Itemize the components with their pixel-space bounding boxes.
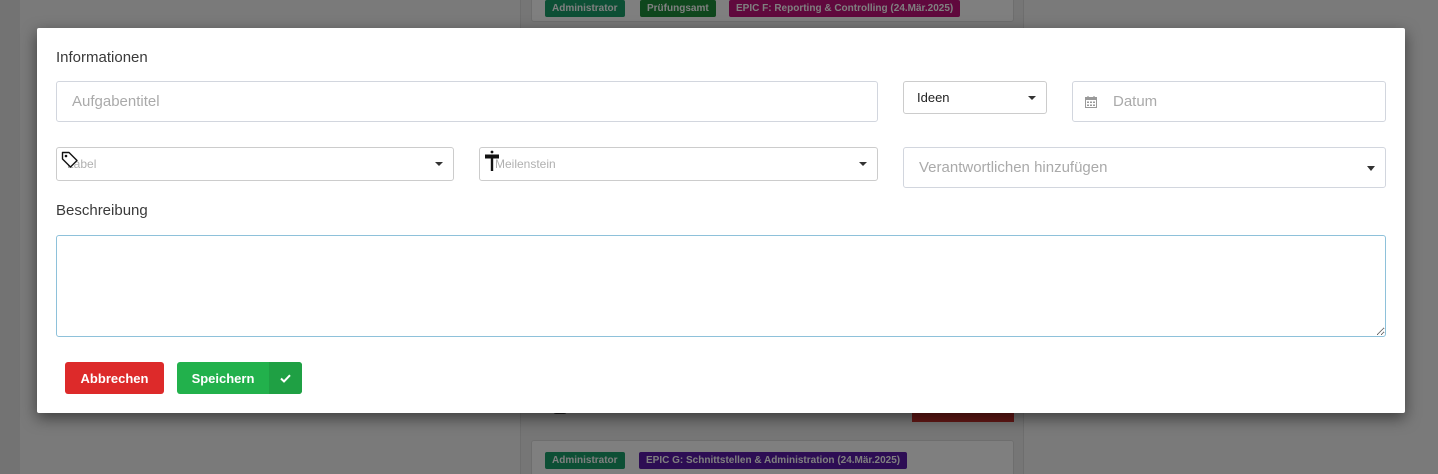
description-textarea[interactable] xyxy=(56,235,1386,337)
label-select[interactable]: Label xyxy=(56,147,454,181)
check-icon xyxy=(269,362,302,394)
tag-icon xyxy=(61,151,79,174)
section-title-informationen: Informationen xyxy=(56,49,148,66)
signpost-icon xyxy=(484,150,500,177)
list-select-value: Ideen xyxy=(917,90,950,105)
save-button-label: Speichern xyxy=(191,370,255,386)
date-placeholder: Datum xyxy=(1113,93,1158,110)
cancel-button[interactable]: Abbrechen xyxy=(65,362,164,394)
chevron-down-icon xyxy=(1367,165,1375,171)
milestone-placeholder: Meilenstein xyxy=(495,157,556,171)
task-title-input[interactable]: Aufgabentitel xyxy=(56,81,878,122)
calendar-icon xyxy=(1085,95,1097,108)
date-input[interactable]: Datum xyxy=(1072,81,1386,122)
list-select[interactable]: Ideen xyxy=(903,81,1047,114)
task-title-placeholder: Aufgabentitel xyxy=(72,93,160,110)
milestone-select[interactable]: Meilenstein xyxy=(479,147,878,181)
chevron-down-icon xyxy=(435,162,443,166)
chevron-down-icon xyxy=(1028,95,1036,100)
save-button[interactable]: Speichern xyxy=(177,362,302,394)
responsible-select[interactable]: Verantwortlichen hinzufügen xyxy=(903,147,1386,188)
section-title-beschreibung: Beschreibung xyxy=(56,202,148,219)
responsible-placeholder: Verantwortlichen hinzufügen xyxy=(919,159,1108,176)
chevron-down-icon xyxy=(859,162,867,166)
task-modal: Informationen Aufgabentitel Ideen Datum … xyxy=(37,28,1405,413)
